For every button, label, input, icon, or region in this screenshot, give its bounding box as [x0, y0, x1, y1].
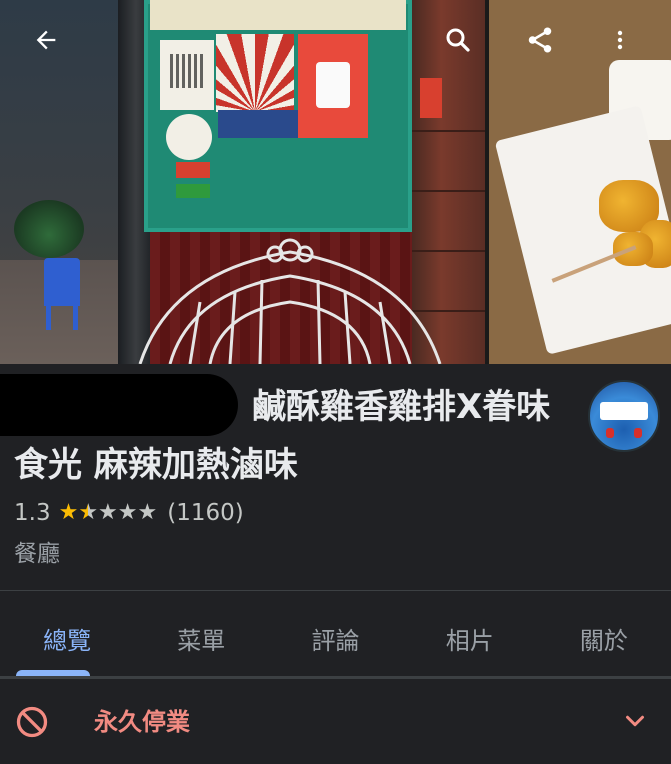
food-photo[interactable]	[489, 0, 671, 364]
star-icon: ★	[137, 500, 158, 525]
photo-strip[interactable]	[0, 0, 671, 364]
tab-photos[interactable]: 相片	[403, 600, 537, 676]
phone-poster	[298, 34, 368, 138]
place-category: 餐廳	[14, 541, 60, 567]
tab-reviews[interactable]: 評論	[268, 600, 402, 676]
payment-sticker	[176, 184, 210, 198]
star-icon: ★	[78, 500, 99, 525]
plant	[14, 200, 84, 258]
stool-leg	[46, 300, 51, 330]
tab-overview[interactable]: 總覽	[0, 600, 134, 676]
tab-menu[interactable]: 菜單	[134, 600, 268, 676]
place-title: 鹹酥雞香雞排X眷味食光 麻辣加熱滷味	[14, 387, 551, 485]
info-poster	[218, 110, 298, 138]
stool-leg	[73, 300, 78, 330]
search-icon	[446, 28, 470, 52]
rating-row[interactable]: 1.3 ★ ★ ★ ★ ★ (1160)	[14, 496, 244, 530]
avatar-sign	[600, 402, 648, 420]
logo-sticker	[166, 114, 212, 160]
permanently-closed-label: 永久停業	[94, 708, 190, 736]
brick-line	[412, 190, 485, 192]
shop-sign	[150, 0, 406, 30]
tab-about[interactable]: 關於	[537, 600, 671, 676]
storefront-photo[interactable]	[0, 0, 485, 364]
chevron-down-icon[interactable]	[620, 706, 650, 736]
back-button[interactable]	[26, 20, 66, 60]
red-tag	[420, 78, 442, 118]
star-icon: ★	[58, 500, 79, 525]
qr-poster	[160, 40, 214, 110]
star-icon: ★	[98, 500, 118, 525]
rating-value: 1.3	[14, 500, 51, 526]
hiring-poster	[216, 34, 294, 112]
brick-line	[412, 130, 485, 132]
payment-sticker	[176, 162, 210, 178]
share-button[interactable]	[520, 20, 560, 60]
tab-bar: 總覽 菜單 評論 相片 關於	[0, 600, 671, 676]
business-status-row[interactable]: 永久停業	[0, 692, 671, 764]
more-vert-icon	[617, 30, 623, 50]
more-options-button[interactable]	[600, 20, 640, 60]
block-icon	[16, 706, 48, 738]
review-count[interactable]: (1160)	[167, 500, 243, 526]
blue-stool	[44, 258, 80, 306]
lantern	[606, 428, 614, 438]
tab-divider	[0, 676, 671, 679]
arrow-back-icon	[36, 30, 56, 50]
search-button[interactable]	[438, 20, 478, 60]
share-icon	[528, 27, 552, 53]
place-avatar[interactable]	[588, 380, 660, 452]
divider	[0, 590, 671, 591]
star-rating: ★ ★ ★ ★ ★	[59, 502, 158, 524]
lantern	[634, 428, 642, 438]
star-icon: ★	[117, 500, 138, 525]
iron-fence	[138, 238, 442, 364]
